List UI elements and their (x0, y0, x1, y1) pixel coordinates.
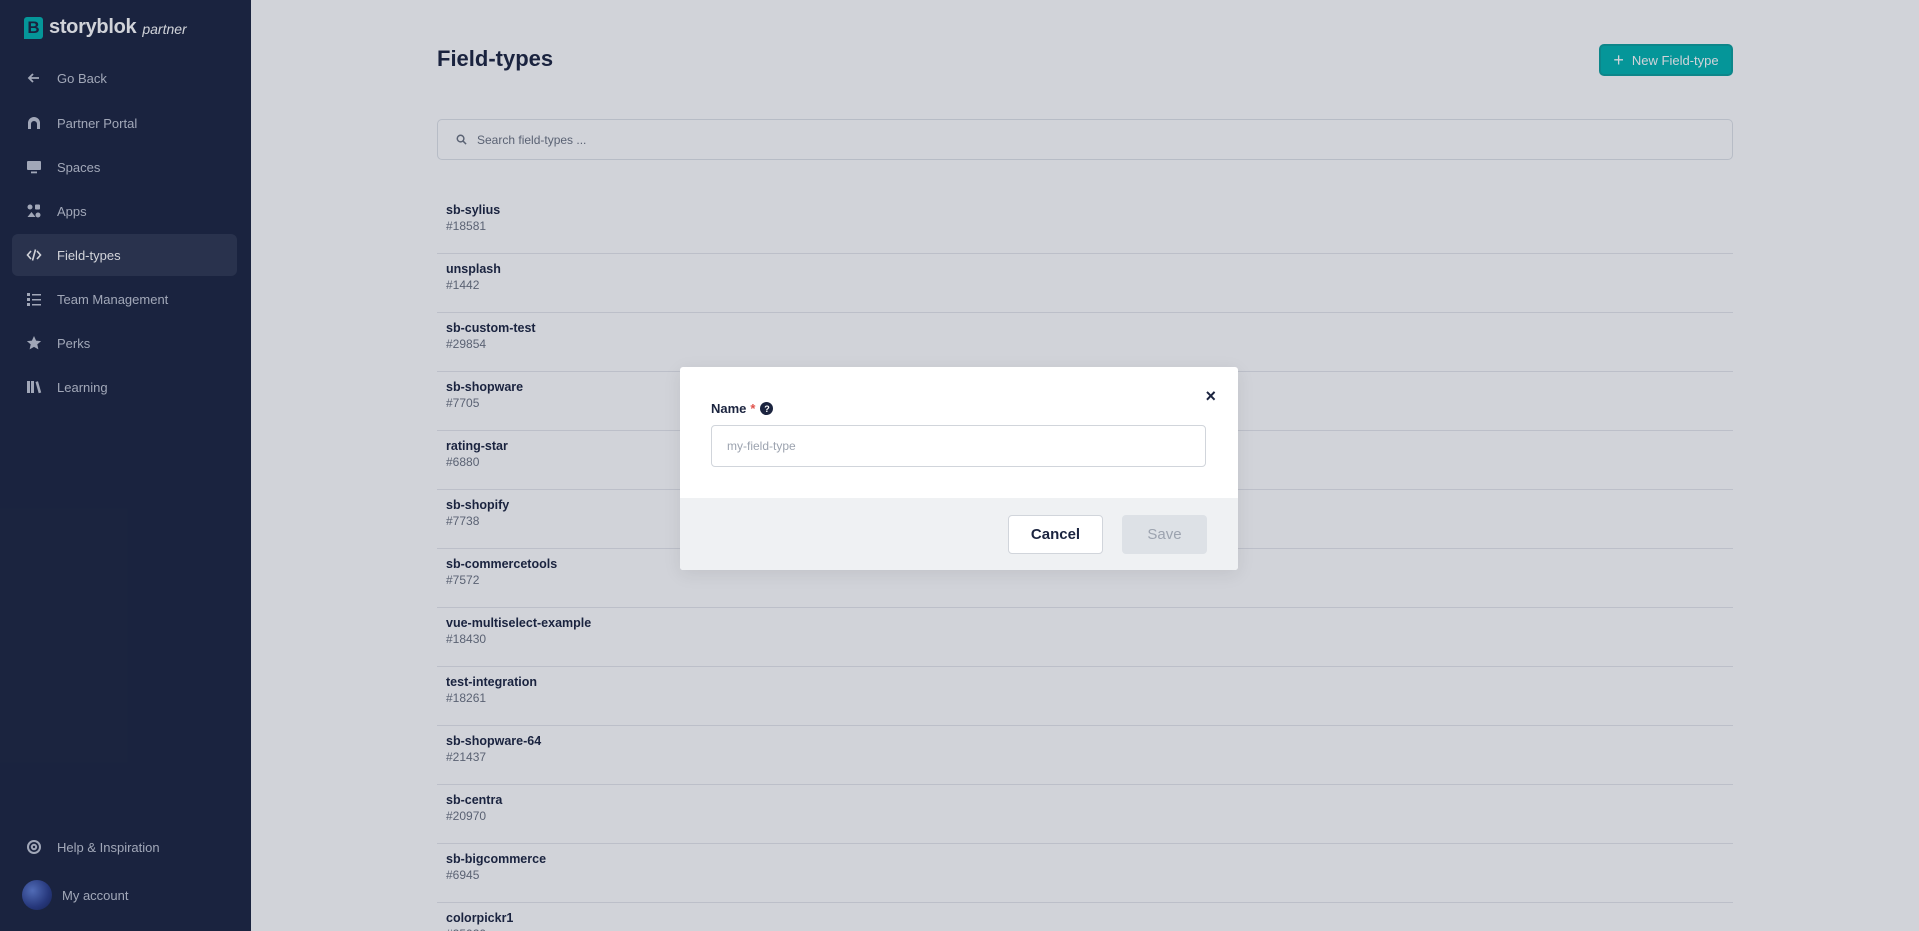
name-label-text: Name (711, 401, 747, 416)
close-icon[interactable]: × (1205, 387, 1216, 405)
save-button[interactable]: Save (1122, 515, 1207, 554)
cancel-button[interactable]: Cancel (1008, 515, 1103, 554)
new-field-type-dialog: × Name * ? Cancel Save (680, 367, 1238, 570)
required-mark: * (750, 401, 756, 416)
help-icon[interactable]: ? (760, 402, 774, 415)
name-field[interactable] (711, 425, 1206, 467)
name-field-label: Name * ? (711, 401, 774, 416)
modal-footer: Cancel Save (680, 498, 1238, 570)
